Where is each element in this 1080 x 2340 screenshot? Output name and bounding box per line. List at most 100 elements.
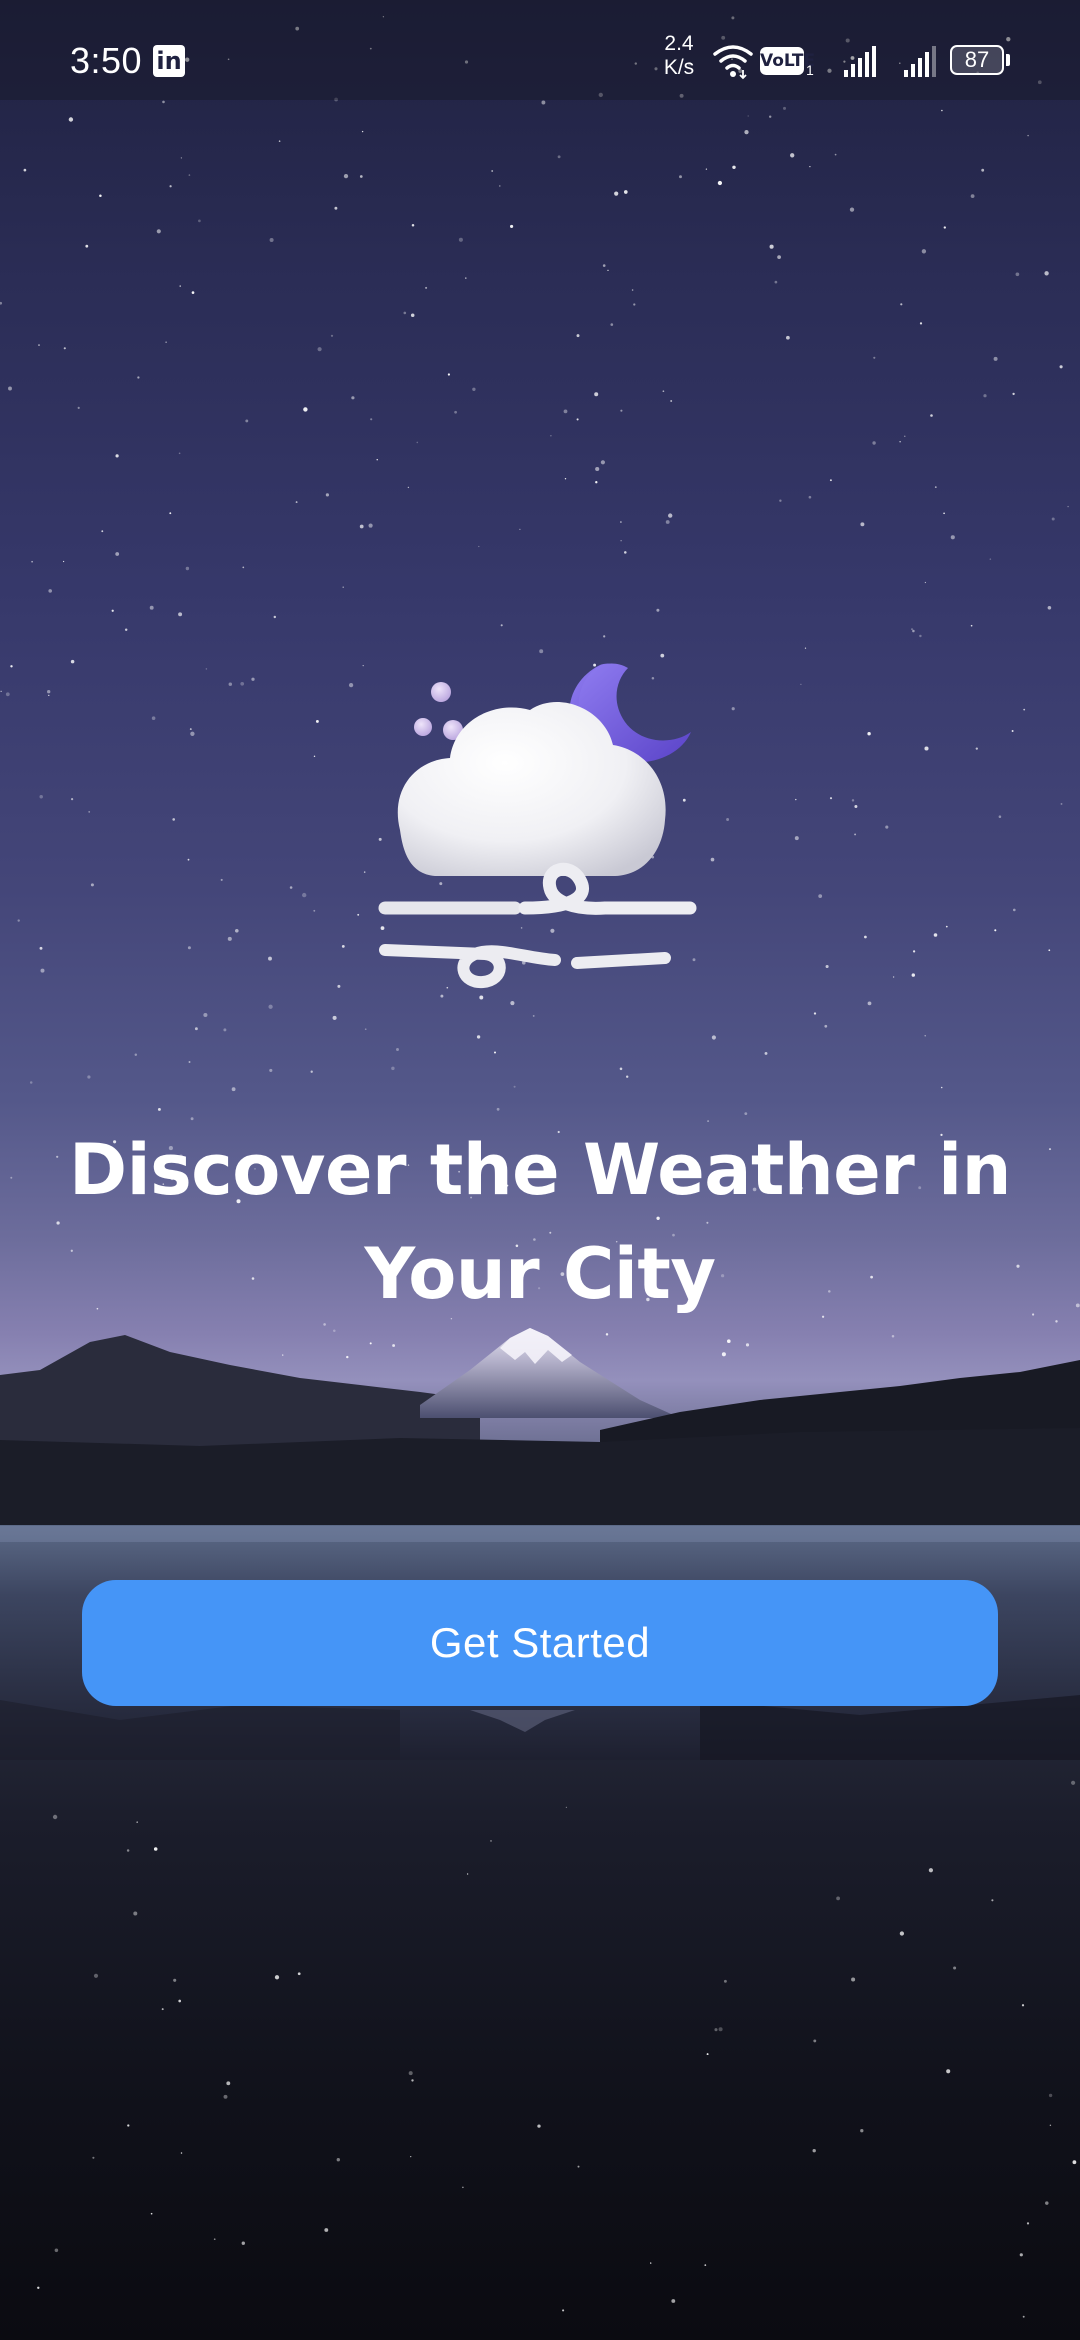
wifi-icon (713, 45, 753, 80)
star (39, 946, 43, 950)
star (595, 466, 600, 472)
star (620, 540, 622, 542)
star (268, 956, 272, 961)
star (650, 2262, 652, 2264)
star (620, 409, 623, 412)
star (8, 386, 12, 391)
star (124, 628, 128, 631)
star (169, 512, 172, 515)
star (151, 716, 156, 720)
star (705, 168, 708, 170)
star (370, 418, 373, 421)
linkedin-icon: in (153, 45, 185, 77)
star (576, 418, 579, 421)
star (70, 659, 75, 664)
star (178, 612, 183, 617)
star (537, 2124, 541, 2128)
star (943, 512, 945, 515)
star (205, 668, 208, 670)
star (1045, 2201, 1049, 2205)
star (619, 1067, 623, 1071)
star (1071, 1780, 1076, 1785)
star (941, 109, 943, 112)
star (337, 984, 341, 988)
star (541, 100, 546, 105)
star (1048, 949, 1051, 952)
star (88, 811, 91, 813)
star (297, 1972, 301, 1976)
star (162, 100, 165, 104)
star (77, 406, 80, 409)
star (56, 1155, 59, 1158)
star (411, 2079, 414, 2082)
status-time: 3:50 (70, 40, 143, 81)
star (993, 356, 998, 361)
star (779, 499, 782, 502)
status-bar: 3:50 in 2.4 K/s VoLTE 1 87 (0, 0, 1080, 100)
star (178, 1999, 182, 2003)
star (90, 883, 94, 887)
star (278, 140, 281, 142)
star (1011, 730, 1014, 732)
star (317, 347, 322, 352)
get-started-button[interactable]: Get Started (82, 1580, 998, 1706)
star (1023, 708, 1026, 711)
star (47, 690, 51, 694)
star (23, 168, 27, 172)
star (240, 681, 245, 686)
star (1022, 2315, 1025, 2318)
star (342, 586, 344, 588)
star (519, 528, 521, 531)
star (981, 168, 985, 172)
star (93, 1973, 99, 1978)
star (790, 153, 795, 158)
star (1072, 2160, 1077, 2165)
star (704, 2264, 707, 2266)
star (334, 206, 338, 210)
star (851, 799, 855, 802)
star (809, 165, 811, 168)
star (946, 2069, 951, 2074)
star (425, 286, 428, 289)
star (711, 1035, 716, 1040)
star (235, 929, 239, 933)
star (269, 237, 274, 243)
star (87, 1075, 91, 1079)
star (924, 746, 929, 751)
star (251, 677, 255, 681)
star (493, 1051, 497, 1054)
star (465, 277, 467, 279)
star (223, 2094, 228, 2099)
star (919, 634, 922, 638)
star (325, 493, 329, 497)
star (189, 728, 192, 731)
star (769, 244, 774, 249)
star (943, 226, 946, 229)
star (410, 2155, 412, 2158)
star (447, 373, 450, 376)
star (912, 950, 916, 953)
star (403, 311, 407, 315)
star (662, 390, 665, 393)
star (851, 1977, 856, 1982)
star (341, 945, 345, 948)
star (764, 1051, 768, 1055)
star (462, 2186, 464, 2189)
star (245, 419, 249, 423)
star (983, 394, 987, 398)
star (1060, 802, 1063, 805)
star (991, 1899, 994, 1902)
star (172, 818, 176, 821)
star (52, 1814, 58, 1820)
star (190, 731, 195, 736)
network-speed-unit: K/s (663, 56, 695, 79)
star (829, 479, 832, 482)
star (744, 1112, 748, 1116)
star (795, 798, 797, 801)
star (17, 919, 20, 922)
star (376, 459, 378, 461)
star (165, 341, 167, 343)
star (295, 501, 298, 504)
star (614, 191, 619, 196)
star (324, 2228, 329, 2232)
